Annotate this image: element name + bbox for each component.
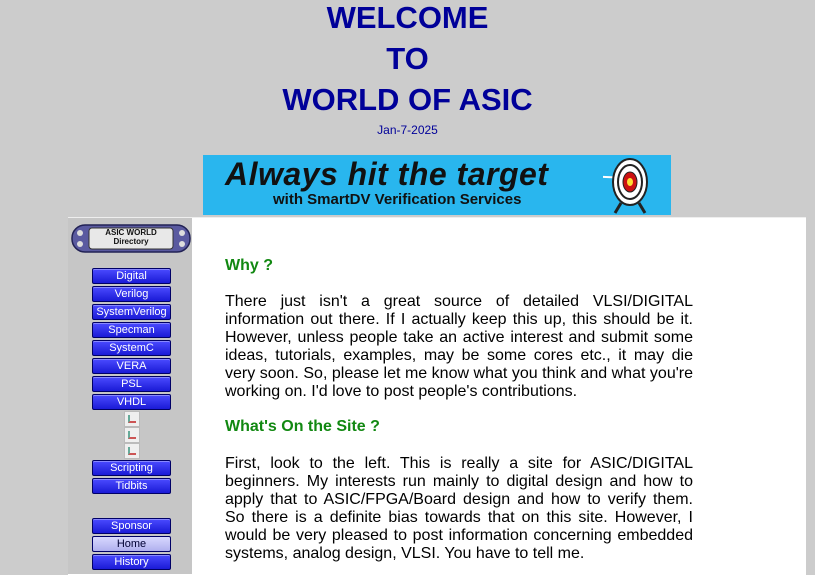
nav-psl[interactable]: PSL: [92, 376, 171, 392]
banner-headline: Always hit the target: [225, 156, 549, 192]
nav-sponsor[interactable]: Sponsor: [92, 518, 171, 534]
broken-image-icon[interactable]: [124, 411, 140, 427]
directory-logo-line1: ASIC WORLD: [105, 228, 157, 237]
nav-systemc[interactable]: SystemC: [92, 340, 171, 356]
site-title: WORLD OF ASIC: [282, 82, 533, 117]
nav-scripting[interactable]: Scripting: [92, 460, 171, 476]
section-title-why: Why ?: [225, 257, 273, 274]
welcome-heading: WELCOME: [326, 0, 489, 35]
nav-digital[interactable]: Digital: [92, 268, 171, 284]
broken-image-icon[interactable]: [124, 427, 140, 443]
nav-vhdl[interactable]: VHDL: [92, 394, 171, 410]
banner-subline: with SmartDV Verification Services: [273, 191, 522, 208]
nav-home[interactable]: Home: [92, 536, 171, 552]
nav-tidbits[interactable]: Tidbits: [92, 478, 171, 494]
directory-logo-line2: Directory: [113, 237, 149, 246]
nav-verilog[interactable]: Verilog: [92, 286, 171, 302]
nav-systemverilog[interactable]: SystemVerilog: [92, 304, 171, 320]
nav-history[interactable]: History: [92, 554, 171, 570]
broken-image-icon[interactable]: [124, 443, 140, 459]
sponsor-banner[interactable]: Always hit the target with SmartDV Verif…: [203, 155, 671, 215]
target-icon: [603, 158, 648, 214]
section-text-whats-on-site: First, look to the left. This is really …: [225, 455, 693, 562]
section-title-whats-on-site: What's On the Site ?: [225, 418, 380, 435]
section-text-why: There just isn't a great source of detai…: [225, 293, 693, 400]
date-label: Jan-7-2025: [377, 123, 438, 137]
nav-vera[interactable]: VERA: [92, 358, 171, 374]
to-heading: TO: [386, 41, 429, 76]
nav-specman[interactable]: Specman: [92, 322, 171, 338]
directory-logo-text: ASIC WORLD Directory: [89, 228, 173, 246]
